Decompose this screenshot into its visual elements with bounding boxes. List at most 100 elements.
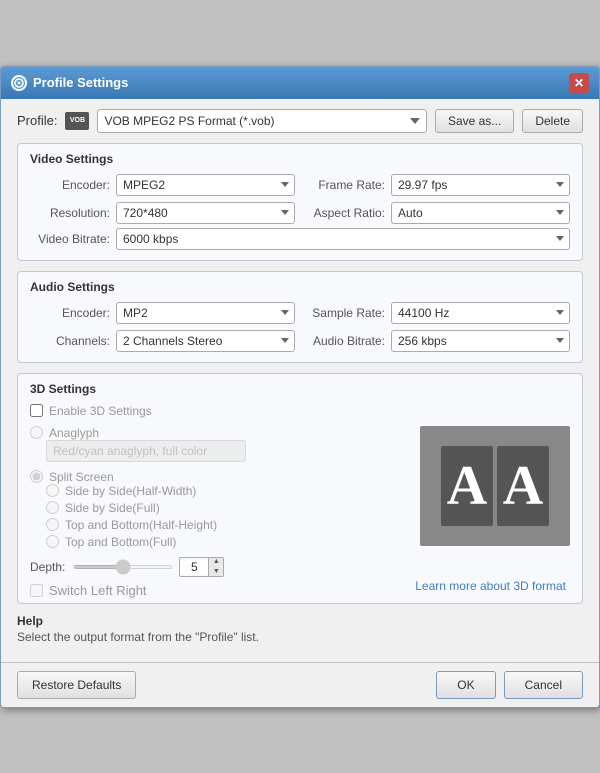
audio-settings-title: Audio Settings <box>30 280 570 294</box>
side-by-side-half-label: Side by Side(Half-Width) <box>65 484 196 498</box>
3d-settings-section: 3D Settings Enable 3D Settings Anaglyph … <box>17 373 583 604</box>
dialog-title: Profile Settings <box>33 75 128 90</box>
anaglyph-select[interactable]: Red/cyan anaglyph, full color <box>46 440 246 462</box>
split-screen-label: Split Screen <box>49 470 114 484</box>
sample-rate-row: Sample Rate: 44100 Hz <box>305 302 570 324</box>
ok-button[interactable]: OK <box>436 671 495 699</box>
cancel-button[interactable]: Cancel <box>504 671 583 699</box>
enable-3d-row: Enable 3D Settings <box>30 404 570 418</box>
3d-content: Anaglyph Red/cyan anaglyph, full color S… <box>30 426 570 598</box>
side-by-side-half-row: Side by Side(Half-Width) <box>46 484 404 498</box>
split-sub-options: Side by Side(Half-Width) Side by Side(Fu… <box>30 484 404 549</box>
sample-rate-select[interactable]: 44100 Hz <box>391 302 570 324</box>
anaglyph-label: Anaglyph <box>49 426 99 440</box>
frame-rate-select[interactable]: 29.97 fps <box>391 174 570 196</box>
audio-bitrate-row: Audio Bitrate: 256 kbps <box>305 330 570 352</box>
resolution-select[interactable]: 720*480 <box>116 202 295 224</box>
depth-slider-container: ▲ ▼ <box>73 557 224 577</box>
video-settings-grid: Encoder: MPEG2 Frame Rate: 29.97 fps Res… <box>30 174 570 224</box>
aspect-ratio-select[interactable]: Auto <box>391 202 570 224</box>
footer-right-buttons: OK Cancel <box>436 671 583 699</box>
audio-encoder-row: Encoder: MP2 <box>30 302 295 324</box>
video-bitrate-row: Video Bitrate: 6000 kbps <box>30 228 570 250</box>
split-screen-radio-row: Split Screen <box>30 470 404 484</box>
split-screen-radio[interactable] <box>30 470 43 483</box>
channels-select[interactable]: 2 Channels Stereo <box>116 330 295 352</box>
depth-down-button[interactable]: ▼ <box>209 567 223 577</box>
side-by-side-half-radio[interactable] <box>46 484 59 497</box>
side-by-side-full-label: Side by Side(Full) <box>65 501 160 515</box>
help-title: Help <box>17 614 583 628</box>
close-button[interactable]: ✕ <box>569 73 589 93</box>
help-section: Help Select the output format from the "… <box>17 614 583 644</box>
anaglyph-radio-row: Anaglyph <box>30 426 404 440</box>
top-bottom-full-label: Top and Bottom(Full) <box>65 535 176 549</box>
audio-bitrate-select[interactable]: 256 kbps <box>391 330 570 352</box>
profile-format-icon: VOB <box>70 117 85 124</box>
side-by-side-full-radio[interactable] <box>46 501 59 514</box>
anaglyph-section: Anaglyph Red/cyan anaglyph, full color <box>30 426 404 462</box>
switch-lr-checkbox[interactable] <box>30 584 43 597</box>
profile-row: Profile: VOB VOB MPEG2 PS Format (*.vob)… <box>17 109 583 133</box>
switch-lr-label: Switch Left Right <box>49 583 147 598</box>
save-as-button[interactable]: Save as... <box>435 109 514 133</box>
video-settings-section: Video Settings Encoder: MPEG2 Frame Rate… <box>17 143 583 261</box>
enable-3d-checkbox[interactable] <box>30 404 43 417</box>
3d-settings-title: 3D Settings <box>30 382 570 396</box>
video-settings-title: Video Settings <box>30 152 570 166</box>
profile-icon-box: VOB <box>65 112 89 130</box>
dialog-content: Profile: VOB VOB MPEG2 PS Format (*.vob)… <box>1 99 599 662</box>
learn-more-link[interactable]: Learn more about 3D format <box>415 579 566 593</box>
video-bitrate-select[interactable]: 6000 kbps <box>116 228 570 250</box>
audio-bitrate-label: Audio Bitrate: <box>305 334 385 348</box>
enable-3d-label: Enable 3D Settings <box>49 404 152 418</box>
delete-button[interactable]: Delete <box>522 109 583 133</box>
split-screen-section: Split Screen Side by Side(Half-Width) Si… <box>30 470 404 549</box>
aspect-ratio-row: Aspect Ratio: Auto <box>305 202 570 224</box>
channels-label: Channels: <box>30 334 110 348</box>
3d-left-panel: Anaglyph Red/cyan anaglyph, full color S… <box>30 426 404 598</box>
preview-letter-left: A <box>441 446 493 526</box>
sample-rate-label: Sample Rate: <box>305 306 385 320</box>
depth-value-box: ▲ ▼ <box>179 557 224 577</box>
audio-encoder-label: Encoder: <box>30 306 110 320</box>
dialog-footer: Restore Defaults OK Cancel <box>1 662 599 707</box>
top-bottom-half-radio[interactable] <box>46 518 59 531</box>
depth-label: Depth: <box>30 560 65 574</box>
help-text: Select the output format from the "Profi… <box>17 630 583 644</box>
preview-aa-container: A A <box>441 446 549 526</box>
top-bottom-half-label: Top and Bottom(Half-Height) <box>65 518 217 532</box>
side-by-side-full-row: Side by Side(Full) <box>46 501 404 515</box>
top-bottom-full-radio[interactable] <box>46 535 59 548</box>
restore-defaults-button[interactable]: Restore Defaults <box>17 671 136 699</box>
depth-up-button[interactable]: ▲ <box>209 557 223 567</box>
top-bottom-full-row: Top and Bottom(Full) <box>46 535 404 549</box>
resolution-row: Resolution: 720*480 <box>30 202 295 224</box>
aspect-ratio-label: Aspect Ratio: <box>305 206 385 220</box>
frame-rate-label: Frame Rate: <box>305 178 385 192</box>
switch-row: Switch Left Right <box>30 583 404 598</box>
depth-slider[interactable] <box>73 565 173 569</box>
preview-letter-right: A <box>497 446 549 526</box>
depth-input[interactable] <box>180 560 208 574</box>
profile-label: Profile: <box>17 113 57 128</box>
encoder-label: Encoder: <box>30 178 110 192</box>
encoder-row: Encoder: MPEG2 <box>30 174 295 196</box>
encoder-select[interactable]: MPEG2 <box>116 174 295 196</box>
title-bar: Profile Settings ✕ <box>1 67 599 99</box>
3d-preview: A A <box>420 426 570 546</box>
channels-row: Channels: 2 Channels Stereo <box>30 330 295 352</box>
audio-encoder-select[interactable]: MP2 <box>116 302 295 324</box>
app-icon <box>11 75 27 91</box>
anaglyph-radio[interactable] <box>30 426 43 439</box>
resolution-label: Resolution: <box>30 206 110 220</box>
depth-spinner: ▲ ▼ <box>208 557 223 577</box>
profile-settings-dialog: Profile Settings ✕ Profile: VOB VOB MPEG… <box>0 66 600 708</box>
frame-rate-row: Frame Rate: 29.97 fps <box>305 174 570 196</box>
profile-select[interactable]: VOB MPEG2 PS Format (*.vob) <box>97 109 426 133</box>
audio-settings-grid: Encoder: MP2 Sample Rate: 44100 Hz Chann… <box>30 302 570 352</box>
video-bitrate-label: Video Bitrate: <box>30 232 110 246</box>
depth-row: Depth: ▲ ▼ <box>30 557 404 577</box>
audio-settings-section: Audio Settings Encoder: MP2 Sample Rate:… <box>17 271 583 363</box>
top-bottom-half-row: Top and Bottom(Half-Height) <box>46 518 404 532</box>
